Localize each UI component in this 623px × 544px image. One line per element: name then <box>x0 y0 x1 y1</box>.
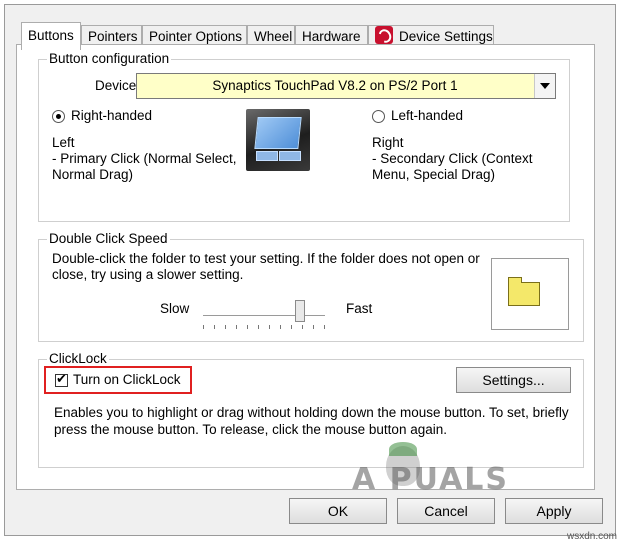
slider-thumb[interactable] <box>295 300 305 322</box>
touchpad-image <box>246 109 310 171</box>
apply-button[interactable]: Apply <box>505 498 603 524</box>
cancel-label: Cancel <box>424 503 468 519</box>
clicklock-checkbox[interactable]: ✔ <box>55 371 68 387</box>
clicklock-desc: Enables you to highlight or drag without… <box>54 405 569 420</box>
cancel-button[interactable]: Cancel <box>397 498 495 524</box>
tab-buttons[interactable]: Buttons <box>21 22 81 50</box>
double-click-desc-cont: close, try using a slower setting. <box>52 267 244 282</box>
double-click-speed-legend: Double Click Speed <box>49 231 168 246</box>
slider-slow-label: Slow <box>160 301 190 316</box>
watermark-brand: A PUALS <box>352 462 510 497</box>
test-folder-box[interactable] <box>491 258 569 330</box>
left-handed-radio[interactable] <box>372 110 385 123</box>
devices-selected-value: Synaptics TouchPad V8.2 on PS/2 Port 1 <box>212 78 458 93</box>
source-watermark: wsxdn.com <box>566 531 617 542</box>
slider-fast-label: Fast <box>346 301 373 316</box>
dropdown-arrow-icon[interactable] <box>534 74 555 98</box>
double-click-desc: Double-click the folder to test your set… <box>52 251 480 266</box>
left-handed-label[interactable]: Left-handed <box>391 108 463 123</box>
tab-label: Buttons <box>28 28 74 43</box>
tab-label: Wheel <box>254 29 293 44</box>
clicklock-settings-button[interactable]: Settings... <box>456 367 571 393</box>
tab-label: Pointer Options <box>149 29 243 44</box>
tab-label: Device Settings <box>399 29 493 44</box>
folder-icon[interactable] <box>508 277 540 306</box>
button-configuration-legend: Button configuration <box>49 51 170 66</box>
tab-label: Hardware <box>302 29 361 44</box>
right-button-desc-cont: Menu, Special Drag) <box>372 167 496 182</box>
devices-dropdown[interactable]: Synaptics TouchPad V8.2 on PS/2 Port 1 <box>136 73 556 99</box>
clicklock-settings-label: Settings... <box>482 372 545 388</box>
left-button-desc: - Primary Click (Normal Select, <box>52 151 237 166</box>
tab-label: Pointers <box>88 29 138 44</box>
apply-label: Apply <box>536 503 572 519</box>
left-button-desc-cont: Normal Drag) <box>52 167 134 182</box>
double-click-speed-slider[interactable] <box>203 315 325 319</box>
right-button-title: Right <box>372 135 404 150</box>
checkmark-icon: ✔ <box>56 371 67 386</box>
ok-button[interactable]: OK <box>289 498 387 524</box>
clicklock-checkbox-label[interactable]: Turn on ClickLock <box>73 372 181 387</box>
left-button-title: Left <box>52 135 75 150</box>
right-handed-radio[interactable] <box>52 110 65 123</box>
clicklock-legend: ClickLock <box>49 351 107 366</box>
right-button-desc: - Secondary Click (Context <box>372 151 533 166</box>
ok-label: OK <box>327 503 349 519</box>
device-settings-icon <box>375 26 393 44</box>
clicklock-desc-cont: press the mouse button. To release, clic… <box>54 422 447 437</box>
right-handed-label[interactable]: Right-handed <box>71 108 152 123</box>
